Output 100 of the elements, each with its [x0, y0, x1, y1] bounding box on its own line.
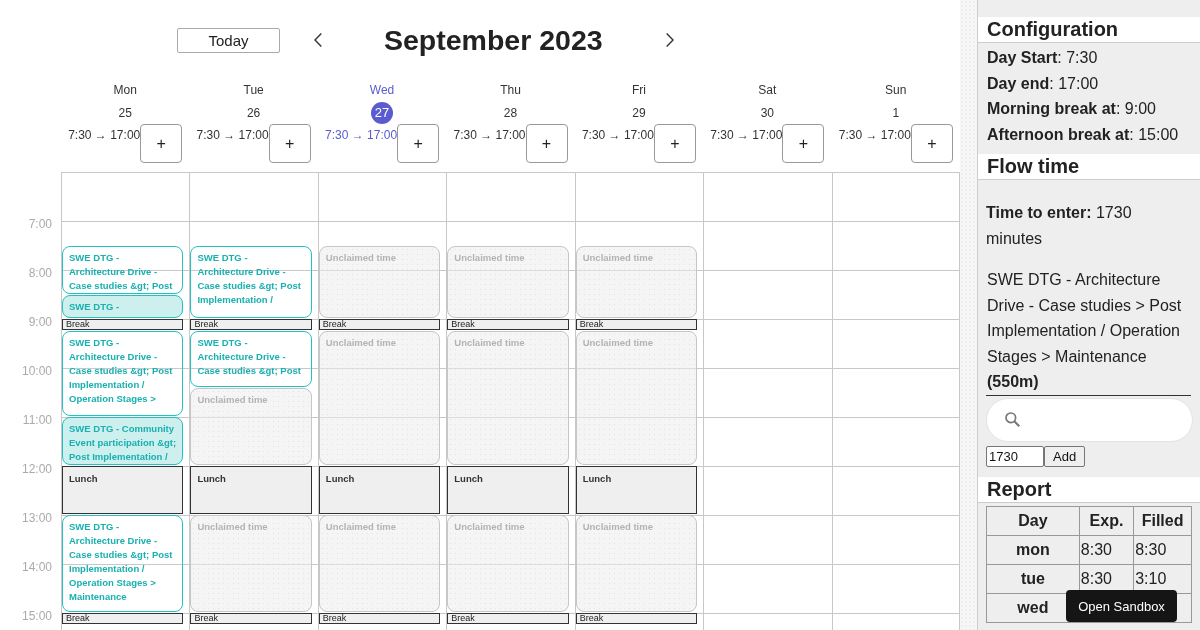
break-label: Break: [322, 614, 348, 623]
add-button[interactable]: Add: [1044, 445, 1086, 467]
break-label: Break: [451, 614, 476, 623]
unclaimed-label: Unclaimed time: [582, 336, 654, 351]
unclaimed-block[interactable]: Unclaimed time: [190, 514, 312, 612]
time-label: 8:00: [28, 266, 52, 280]
day-hours: 7:30 → 17:00: [710, 127, 783, 144]
event-title: SWE DTG - Architecture Drive - Case studies &gt; Post: [69, 250, 174, 293]
config-line: Morning break at: 9:00: [987, 99, 1157, 120]
day-name: Mon: [113, 82, 137, 99]
unclaimed-label: Unclaimed time: [325, 336, 398, 351]
lunch-label: Lunch: [325, 472, 356, 486]
unclaimed-label: Unclaimed time: [325, 250, 398, 265]
unclaimed-block[interactable]: Unclaimed time: [190, 388, 312, 465]
day-name: Sun: [885, 82, 907, 99]
break-label: Break: [66, 320, 91, 329]
day-date: 29: [631, 105, 647, 122]
config-line: Afternoon break at: 15:00: [987, 124, 1180, 145]
event-block[interactable]: SWE DTG - Architecture Drive - Case studies &gt; Post Implementation /: [190, 245, 312, 318]
unclaimed-block[interactable]: Unclaimed time: [318, 331, 441, 465]
add-button[interactable]: +: [140, 124, 183, 163]
section-heading: Report: [978, 476, 1200, 503]
event-block[interactable]: SWE DTG - Architecture Drive - Case studies &gt; Post: [62, 245, 184, 294]
day-date: 28: [502, 105, 519, 122]
break-label: Break: [322, 320, 348, 329]
day-date: 27: [371, 102, 394, 124]
time-to-enter: Time to enter: 1730 minutes: [986, 203, 1133, 249]
time-label: 12:00: [21, 462, 52, 476]
break-label: Break: [451, 320, 476, 329]
column-header: Day: [986, 506, 1080, 536]
lunch-label: Lunch: [69, 472, 99, 486]
day-date: 30: [759, 105, 775, 122]
break-label: Break: [194, 320, 219, 329]
break-label: Break: [66, 614, 91, 623]
config-line: Day Start: 7:30: [987, 48, 1099, 68]
unclaimed-block[interactable]: Unclaimed time: [575, 515, 698, 612]
time-label: 11:00: [22, 413, 52, 427]
table-cell: mon: [986, 535, 1080, 565]
lunch-label: Lunch: [197, 471, 227, 486]
event-title: SWE DTG - Community Event participation &gt; Post Implementation /: [69, 422, 177, 464]
current-task: SWE DTG - Architecture Drive - Case studies > Post Implementation / Operation Stages > Maintenance (550m): [986, 267, 1191, 396]
break-label: Break: [579, 614, 605, 623]
event-title: SWE DTG - Architecture Drive - Case studies &gt; Post Implementation / Operation Stages > Maintenance: [69, 520, 174, 604]
event-block[interactable]: SWE DTG - Architecture Drive - Case studies &gt; Post: [190, 331, 312, 388]
minutes-input[interactable]: 1730: [986, 445, 1044, 467]
day-name: Fri: [631, 82, 646, 99]
today-button[interactable]: Today: [177, 27, 280, 53]
config-line: Day end: 17:00: [987, 73, 1100, 94]
unclaimed-block[interactable]: Unclaimed time: [447, 515, 569, 612]
unclaimed-label: Unclaimed time: [454, 520, 526, 534]
unclaimed-label: Unclaimed time: [197, 519, 269, 534]
lunch-label: Lunch: [582, 472, 613, 486]
day-hours: 7:30 → 17:00: [838, 127, 911, 144]
unclaimed-label: Unclaimed time: [582, 520, 654, 534]
unclaimed-block[interactable]: Unclaimed time: [575, 331, 698, 465]
column-header: Exp.: [1079, 506, 1134, 536]
day-hours: 7:30 → 17:00: [68, 127, 141, 144]
time-label: 10:00: [21, 364, 52, 378]
day-name: Wed: [369, 82, 395, 99]
break-label: Break: [194, 613, 219, 623]
day-date: 26: [245, 105, 262, 122]
add-button[interactable]: +: [268, 124, 311, 163]
add-button[interactable]: +: [782, 124, 825, 163]
chevron-right-icon[interactable]: [665, 33, 674, 47]
day-hours: 7:30 → 17:00: [325, 127, 398, 144]
section-heading: Configuration: [978, 17, 1200, 43]
add-button[interactable]: +: [910, 124, 953, 163]
break-label: Break: [579, 320, 605, 329]
day-name: Sat: [758, 82, 777, 99]
event-block[interactable]: SWE DTG - Architecture Drive - Case studies &gt; Post Implementation / Operation Stages > Maintenance: [62, 515, 184, 612]
time-label: 9:00: [28, 315, 52, 329]
day-name: Thu: [500, 82, 521, 99]
unclaimed-label: Unclaimed time: [197, 393, 269, 408]
event-block[interactable]: SWE DTG -: [62, 294, 184, 318]
event-title: SWE DTG - Architecture Drive - Case studies &gt; Post: [197, 336, 302, 379]
column-header: Filled: [1133, 506, 1192, 536]
event-title: SWE DTG - Architecture Drive - Case studies &gt; Post Implementation /: [197, 250, 302, 307]
open-sandbox-button[interactable]: Open Sandbox: [1066, 590, 1177, 622]
search-field[interactable]: [986, 397, 1193, 442]
add-button[interactable]: +: [653, 124, 696, 163]
chevron-left-icon[interactable]: [314, 33, 322, 47]
unclaimed-block[interactable]: Unclaimed time: [318, 515, 441, 612]
unclaimed-block[interactable]: Unclaimed time: [318, 245, 441, 318]
day-name: Tue: [243, 82, 264, 99]
event-block[interactable]: SWE DTG - Architecture Drive - Case studies &gt; Post Implementation / Operation Stages >: [62, 331, 184, 416]
unclaimed-label: Unclaimed time: [454, 336, 526, 351]
time-label: 15:00: [21, 609, 52, 623]
unclaimed-label: Unclaimed time: [454, 250, 526, 265]
event-block[interactable]: SWE DTG - Community Event participation &gt; Post Implementation /: [62, 417, 184, 465]
add-button[interactable]: +: [525, 124, 568, 163]
add-button[interactable]: +: [397, 124, 440, 163]
day-date: 25: [117, 105, 133, 122]
day-hours: 7:30 → 17:00: [196, 127, 269, 144]
unclaimed-block[interactable]: Unclaimed time: [575, 245, 698, 318]
section-heading: Flow time: [978, 154, 1200, 181]
search-icon: [1005, 412, 1020, 428]
unclaimed-block[interactable]: Unclaimed time: [447, 331, 569, 465]
unclaimed-block[interactable]: Unclaimed time: [447, 245, 569, 318]
lunch-label: Lunch: [454, 472, 484, 486]
table-cell: 8:30: [1079, 535, 1134, 565]
